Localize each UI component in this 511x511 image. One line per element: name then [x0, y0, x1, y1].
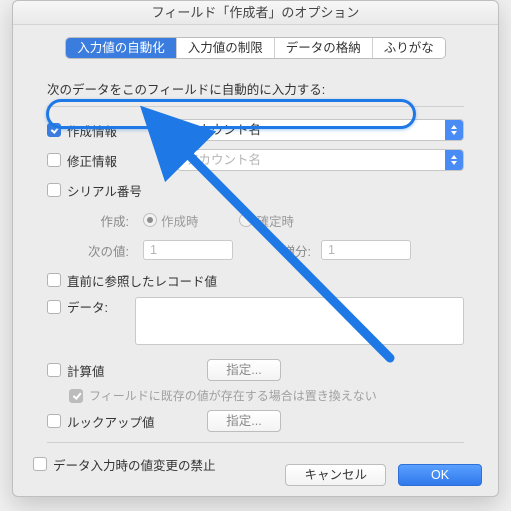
ok-button[interactable]: OK	[398, 464, 482, 486]
dialog-window: フィールド「作成者」のオプション 入力値の自動化 入力値の制限 データの格納 ふ…	[12, 0, 499, 497]
button-specify-calculation[interactable]: 指定...	[207, 359, 281, 381]
select-creation-value: アカウント名	[186, 123, 261, 137]
input-increment[interactable]: 1	[321, 240, 411, 260]
row-calculation: 計算値 指定...	[47, 357, 464, 383]
label-modification: 修正情報	[67, 151, 117, 170]
radio-on-create[interactable]	[143, 213, 157, 227]
checkbox-calculation[interactable]	[47, 363, 61, 377]
checkbox-no-replace	[69, 389, 83, 403]
row-serial-values: 次の値: 1 増分: 1	[47, 237, 464, 263]
row-modification: 修正情報 アカウント名	[47, 147, 464, 173]
checkbox-lookup[interactable]	[47, 414, 61, 428]
content-area: 次のデータをこのフィールドに自動的に入力する: 作成情報 アカウント名	[13, 59, 498, 477]
label-data: データ:	[67, 297, 108, 316]
select-creation[interactable]: アカウント名	[177, 119, 464, 141]
checkbox-last-visited[interactable]	[47, 273, 61, 287]
tab-bar: 入力値の自動化 入力値の制限 データの格納 ふりがな	[13, 37, 498, 59]
checkbox-creation[interactable]	[47, 123, 61, 137]
checkbox-modification[interactable]	[47, 153, 61, 167]
label-last-visited: 直前に参照したレコード値	[67, 271, 217, 290]
tab-furigana[interactable]: ふりがな	[373, 38, 445, 58]
select-modification-value: アカウント名	[186, 153, 261, 167]
select-modification[interactable]: アカウント名	[177, 149, 464, 171]
row-last-visited: 直前に参照したレコード値	[47, 267, 464, 293]
hint-no-replace: フィールドに既存の値が存在する場合は置き換えない	[69, 387, 464, 404]
tab-auto-enter[interactable]: 入力値の自動化	[66, 38, 177, 58]
textarea-data[interactable]	[135, 297, 464, 345]
checkbox-prohibit-mod[interactable]	[33, 457, 47, 471]
row-creation: 作成情報 アカウント名	[47, 117, 464, 143]
row-data: データ:	[47, 297, 464, 345]
select-arrows-icon	[445, 120, 463, 140]
row-serial-radio: 作成: 作成時 確定時	[47, 207, 464, 233]
checkbox-data[interactable]	[47, 300, 61, 314]
label-increment: 増分:	[261, 241, 311, 260]
select-arrows-icon	[445, 150, 463, 170]
label-radio-on-create: 作成時	[161, 211, 199, 230]
label-next-value: 次の値:	[69, 241, 129, 260]
dialog-footer: キャンセル OK	[285, 464, 482, 486]
dialog-title: フィールド「作成者」のオプション	[13, 1, 498, 25]
auto-enter-group: 作成情報 アカウント名 修正情報 アカウント名	[47, 106, 464, 434]
row-serial: シリアル番号	[47, 177, 464, 203]
label-lookup: ルックアップ値	[67, 412, 155, 431]
row-lookup: ルックアップ値 指定...	[47, 408, 464, 434]
input-next-value[interactable]: 1	[143, 240, 233, 260]
label-creation: 作成情報	[67, 121, 117, 140]
label-serial: シリアル番号	[67, 181, 142, 200]
label-radio-on-commit: 確定時	[257, 211, 295, 230]
radio-on-commit[interactable]	[239, 213, 253, 227]
label-calculation: 計算値	[67, 361, 105, 380]
checkbox-serial[interactable]	[47, 183, 61, 197]
label-no-replace: フィールドに既存の値が存在する場合は置き換えない	[89, 387, 377, 404]
tab-validation[interactable]: 入力値の制限	[177, 38, 275, 58]
label-prohibit-mod: データ入力時の値変更の禁止	[53, 455, 216, 474]
section-label: 次のデータをこのフィールドに自動的に入力する:	[47, 79, 464, 98]
segmented-control: 入力値の自動化 入力値の制限 データの格納 ふりがな	[65, 37, 446, 59]
tab-storage[interactable]: データの格納	[275, 38, 373, 58]
cancel-button[interactable]: キャンセル	[285, 464, 386, 486]
button-specify-lookup[interactable]: 指定...	[207, 410, 281, 432]
label-serial-create: 作成:	[69, 211, 129, 230]
divider	[47, 442, 464, 443]
